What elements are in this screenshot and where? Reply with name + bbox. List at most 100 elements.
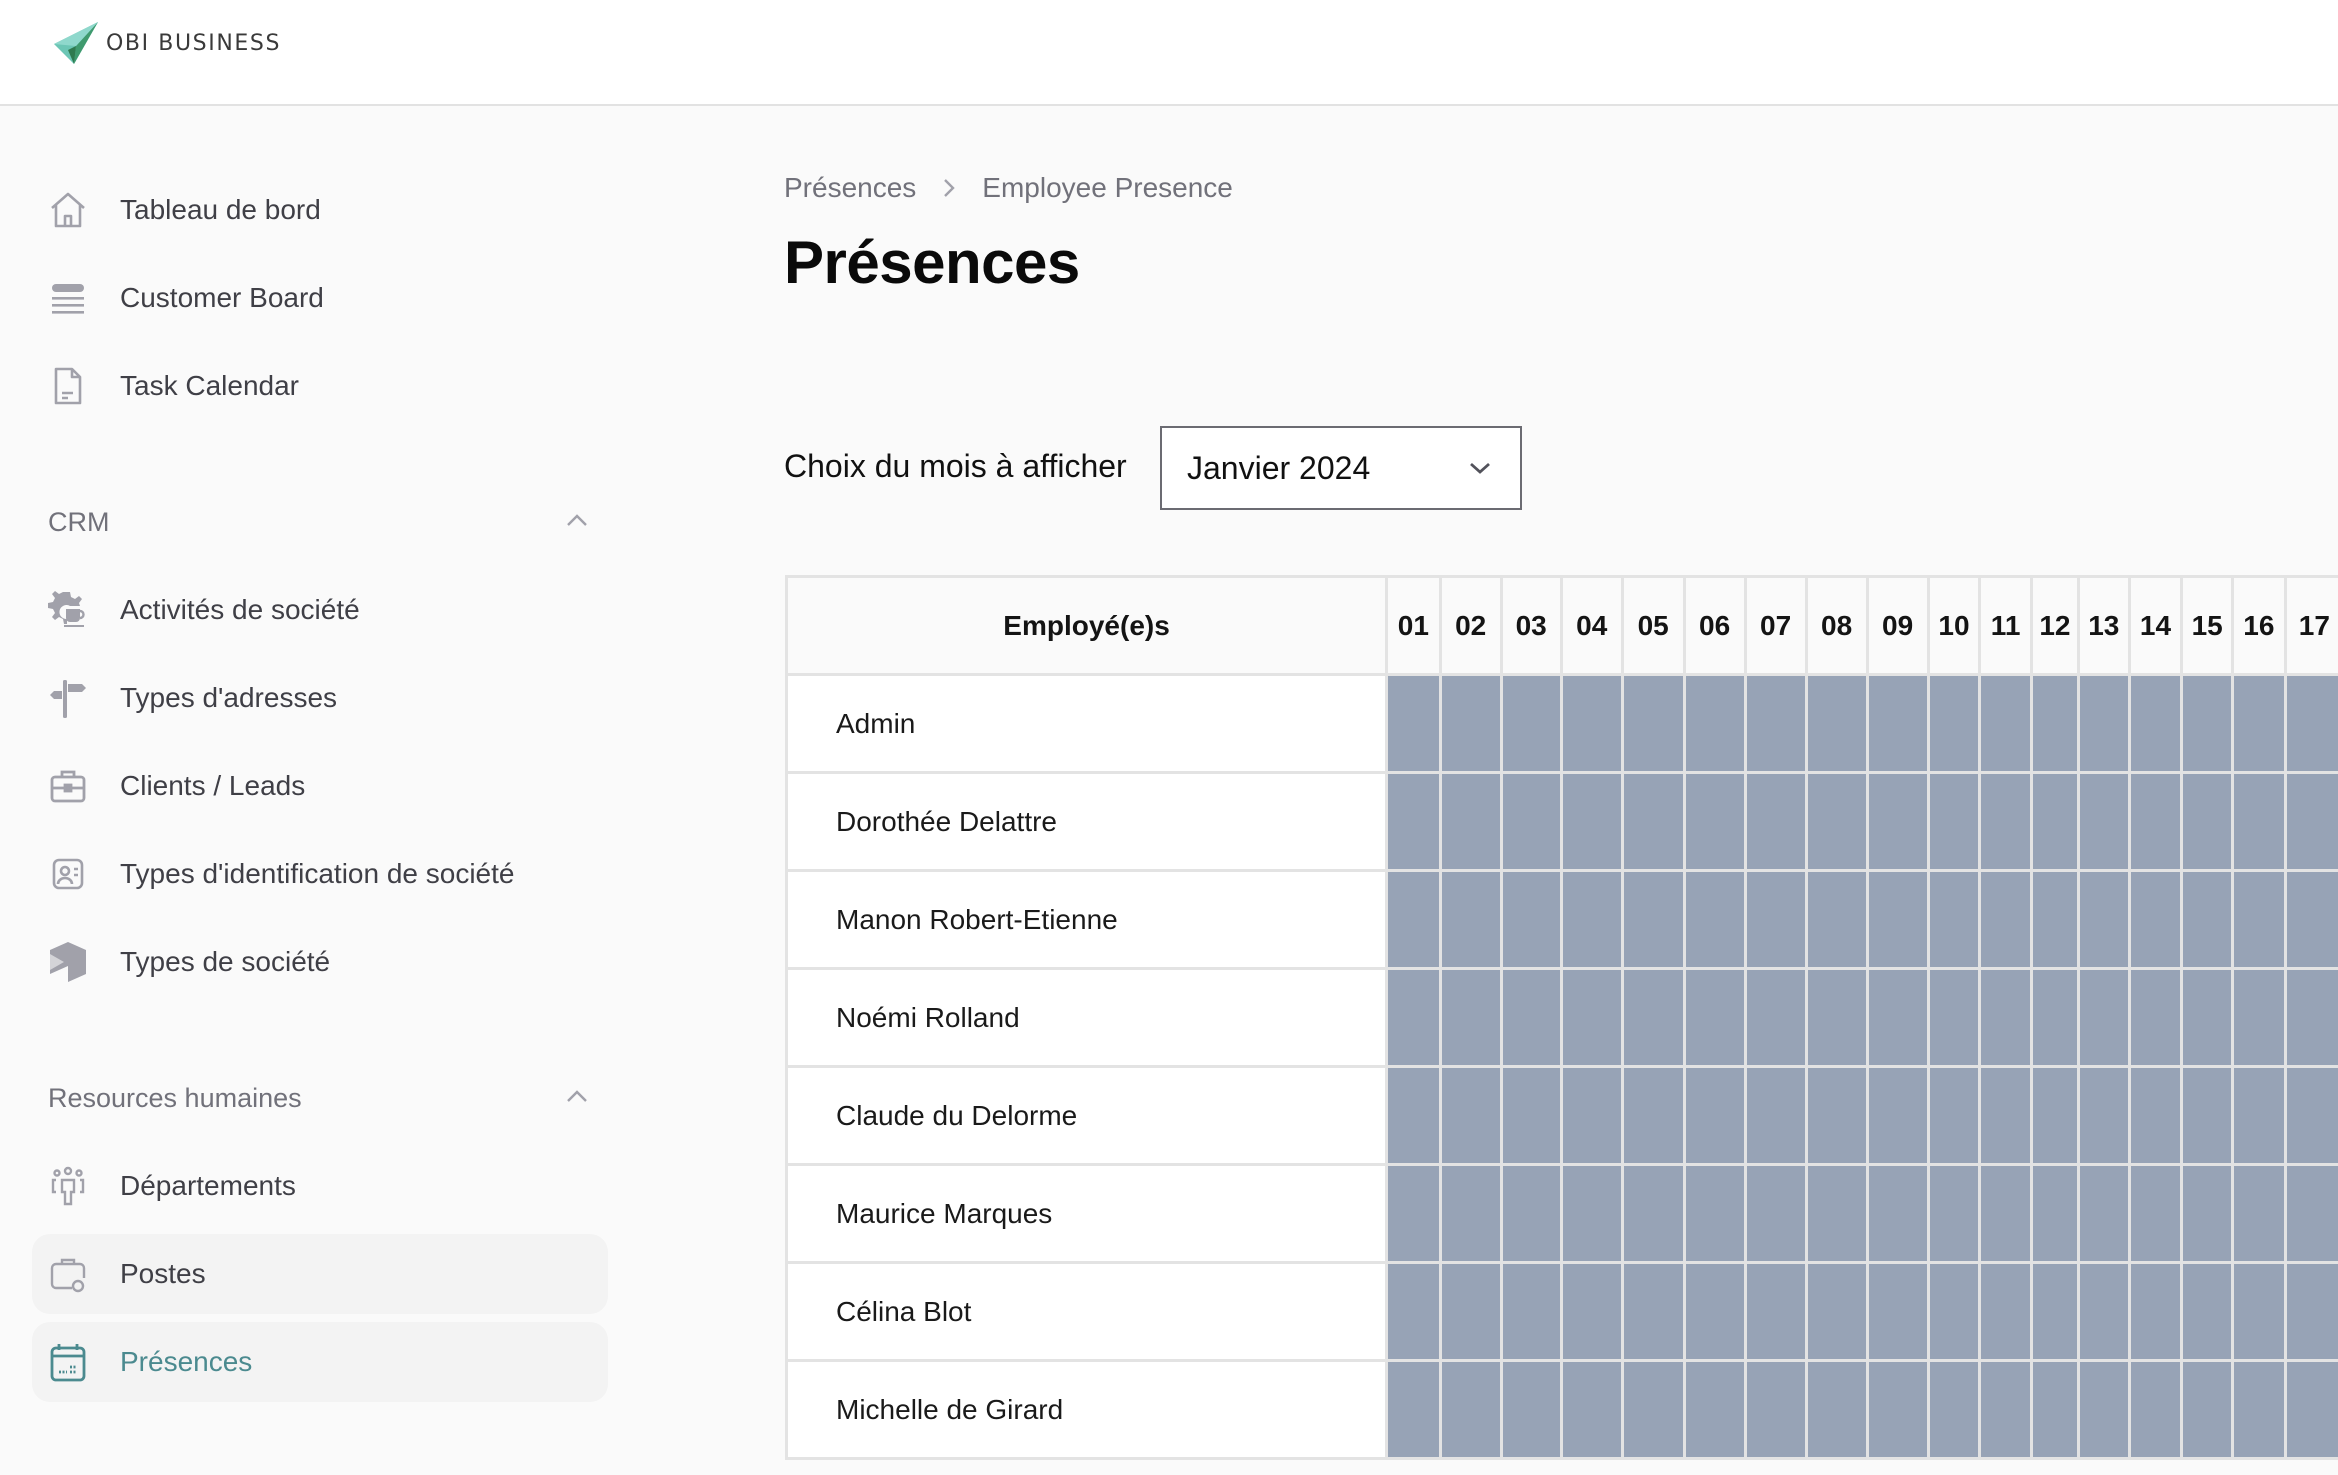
presence-cell[interactable] — [1561, 1263, 1622, 1361]
presence-cell[interactable] — [2233, 1165, 2286, 1263]
presence-cell[interactable] — [1867, 969, 1928, 1067]
presence-cell[interactable] — [1745, 675, 1806, 773]
presence-cell[interactable] — [1928, 1263, 1980, 1361]
presence-cell[interactable] — [1684, 1067, 1745, 1165]
sidebar-item-types-de-societe[interactable]: Types de société — [32, 922, 608, 1002]
presence-cell[interactable] — [1928, 675, 1980, 773]
presence-cell[interactable] — [1745, 1067, 1806, 1165]
presence-cell[interactable] — [1440, 1067, 1501, 1165]
presence-cell[interactable] — [1980, 1361, 2032, 1459]
presence-cell[interactable] — [1561, 1067, 1622, 1165]
presence-cell[interactable] — [1806, 969, 1867, 1067]
presence-cell[interactable] — [2031, 1165, 2078, 1263]
presence-cell[interactable] — [1867, 675, 1928, 773]
presence-cell[interactable] — [2078, 969, 2129, 1067]
sidebar-item-types-adresses[interactable]: Types d'adresses — [32, 658, 608, 738]
presence-cell[interactable] — [1501, 871, 1561, 969]
sidebar-item-task-calendar[interactable]: Task Calendar — [32, 346, 608, 426]
sidebar-item-tableau-de-bord[interactable]: Tableau de bord — [32, 170, 608, 250]
presence-table-container[interactable]: Employé(e)s 0102030405060708091011121314… — [785, 575, 2338, 1475]
presence-cell[interactable] — [1980, 1067, 2032, 1165]
presence-cell[interactable] — [1928, 773, 1980, 871]
presence-cell[interactable] — [1501, 969, 1561, 1067]
presence-cell[interactable] — [1440, 1165, 1501, 1263]
presence-cell[interactable] — [1806, 1361, 1867, 1459]
sidebar-item-postes[interactable]: Postes — [32, 1234, 608, 1314]
presence-cell[interactable] — [1561, 1165, 1622, 1263]
presence-cell[interactable] — [2129, 1165, 2182, 1263]
presence-cell[interactable] — [1867, 1263, 1928, 1361]
presence-cell[interactable] — [2285, 969, 2338, 1067]
presence-cell[interactable] — [2078, 871, 2129, 969]
presence-cell[interactable] — [1806, 871, 1867, 969]
presence-cell[interactable] — [1806, 1263, 1867, 1361]
presence-cell[interactable] — [1501, 1165, 1561, 1263]
presence-cell[interactable] — [1387, 871, 1441, 969]
presence-cell[interactable] — [2078, 675, 2129, 773]
presence-cell[interactable] — [1745, 1165, 1806, 1263]
presence-cell[interactable] — [2233, 773, 2286, 871]
presence-cell[interactable] — [1501, 1263, 1561, 1361]
presence-cell[interactable] — [1501, 773, 1561, 871]
presence-cell[interactable] — [2233, 1361, 2286, 1459]
presence-cell[interactable] — [1980, 871, 2032, 969]
presence-cell[interactable] — [1928, 1361, 1980, 1459]
presence-cell[interactable] — [2285, 1263, 2338, 1361]
presence-cell[interactable] — [2182, 969, 2233, 1067]
presence-cell[interactable] — [2129, 773, 2182, 871]
presence-cell[interactable] — [1928, 871, 1980, 969]
presence-cell[interactable] — [2182, 675, 2233, 773]
presence-cell[interactable] — [1387, 1361, 1441, 1459]
presence-cell[interactable] — [1387, 675, 1441, 773]
presence-cell[interactable] — [2078, 1263, 2129, 1361]
presence-cell[interactable] — [2285, 1361, 2338, 1459]
brand-logo[interactable]: OBI BUSINESS — [52, 20, 281, 66]
sidebar-item-departements[interactable]: Départements — [32, 1146, 608, 1226]
presence-cell[interactable] — [1867, 1067, 1928, 1165]
presence-cell[interactable] — [2285, 675, 2338, 773]
presence-cell[interactable] — [1622, 1165, 1684, 1263]
presence-cell[interactable] — [1561, 1361, 1622, 1459]
presence-cell[interactable] — [1980, 675, 2032, 773]
presence-cell[interactable] — [1684, 675, 1745, 773]
presence-cell[interactable] — [1745, 1263, 1806, 1361]
presence-cell[interactable] — [2129, 1067, 2182, 1165]
section-header-crm[interactable]: CRM — [48, 502, 588, 542]
presence-cell[interactable] — [1806, 1067, 1867, 1165]
breadcrumb-link-presences[interactable]: Présences — [784, 172, 916, 204]
presence-cell[interactable] — [2182, 773, 2233, 871]
presence-cell[interactable] — [2078, 1165, 2129, 1263]
presence-cell[interactable] — [1387, 773, 1441, 871]
presence-cell[interactable] — [2031, 1067, 2078, 1165]
presence-cell[interactable] — [2233, 871, 2286, 969]
presence-cell[interactable] — [2031, 675, 2078, 773]
presence-cell[interactable] — [1745, 871, 1806, 969]
presence-cell[interactable] — [2078, 773, 2129, 871]
presence-cell[interactable] — [2031, 969, 2078, 1067]
presence-cell[interactable] — [2233, 1263, 2286, 1361]
presence-cell[interactable] — [1867, 1165, 1928, 1263]
sidebar-item-customer-board[interactable]: Customer Board — [32, 258, 608, 338]
presence-cell[interactable] — [1387, 969, 1441, 1067]
presence-cell[interactable] — [1928, 1067, 1980, 1165]
presence-cell[interactable] — [1980, 1165, 2032, 1263]
section-header-resources-humaines[interactable]: Resources humaines — [48, 1078, 588, 1118]
presence-cell[interactable] — [2031, 871, 2078, 969]
presence-cell[interactable] — [1867, 773, 1928, 871]
sidebar-item-clients-leads[interactable]: Clients / Leads — [32, 746, 608, 826]
presence-cell[interactable] — [1440, 871, 1501, 969]
presence-cell[interactable] — [1622, 1361, 1684, 1459]
presence-cell[interactable] — [1806, 1165, 1867, 1263]
sidebar-item-activites-de-societe[interactable]: Activités de société — [32, 570, 608, 650]
presence-cell[interactable] — [2182, 1361, 2233, 1459]
presence-cell[interactable] — [2129, 1263, 2182, 1361]
presence-cell[interactable] — [1622, 1263, 1684, 1361]
sidebar-item-presences[interactable]: Présences — [32, 1322, 608, 1402]
presence-cell[interactable] — [1440, 773, 1501, 871]
presence-cell[interactable] — [1622, 871, 1684, 969]
presence-cell[interactable] — [1561, 871, 1622, 969]
presence-cell[interactable] — [2078, 1067, 2129, 1165]
presence-cell[interactable] — [1928, 1165, 1980, 1263]
presence-cell[interactable] — [1684, 1361, 1745, 1459]
presence-cell[interactable] — [1622, 1067, 1684, 1165]
